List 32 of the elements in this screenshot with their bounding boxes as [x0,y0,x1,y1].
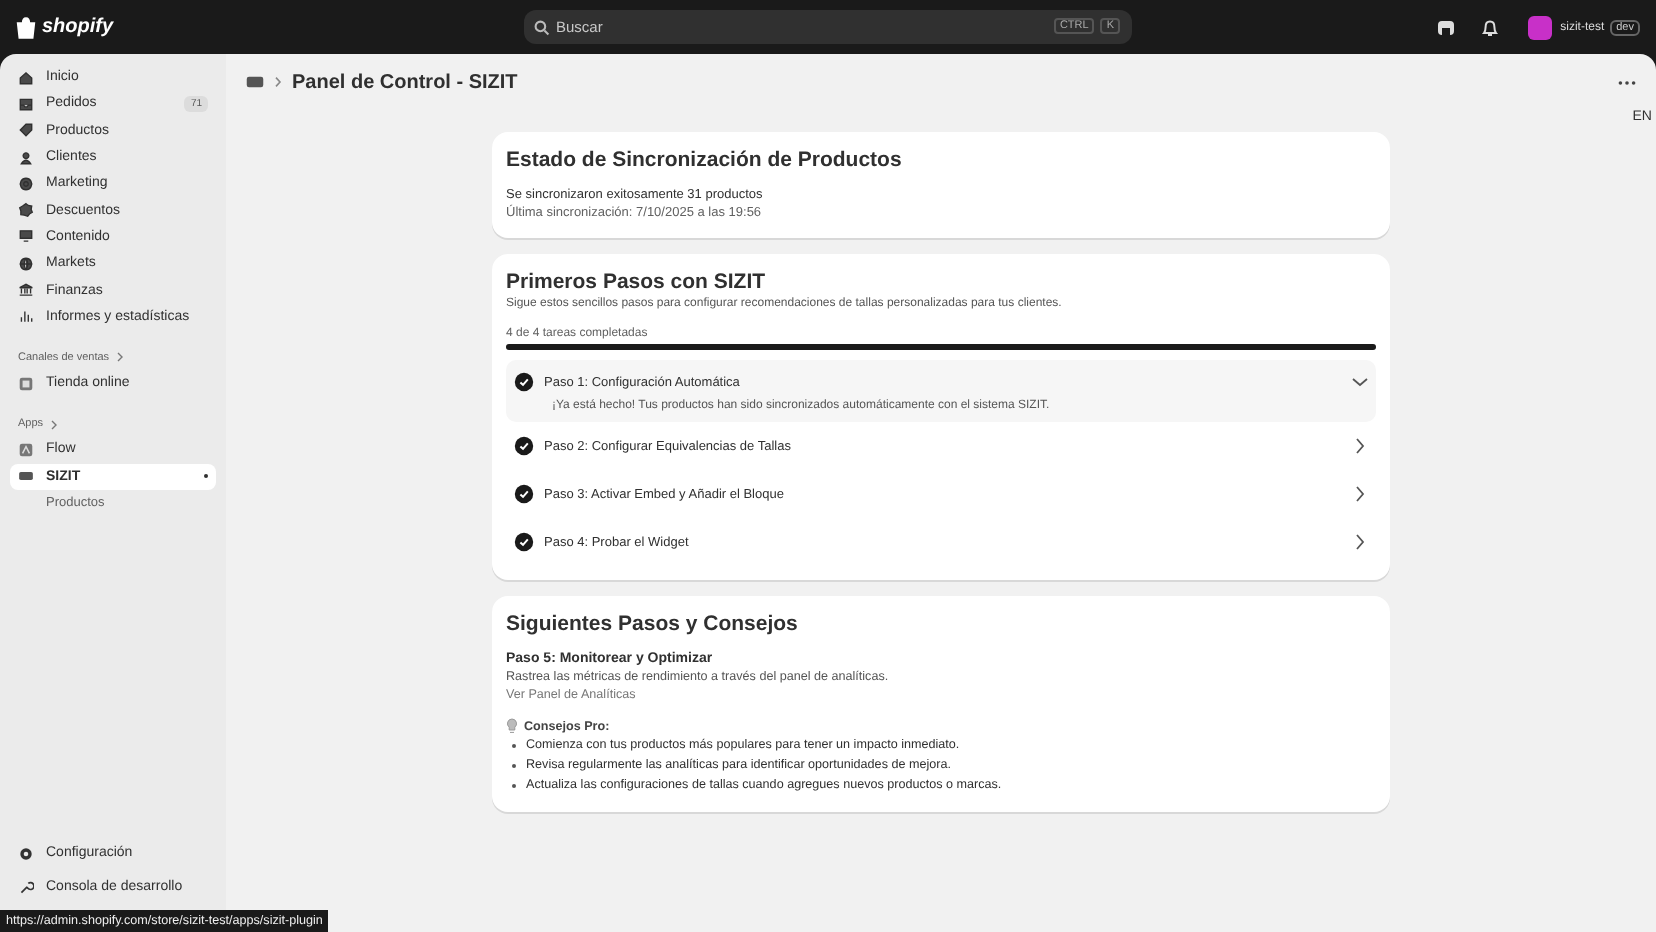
monitor-icon [18,228,34,245]
card-title: Siguientes Pasos y Consejos [506,612,800,636]
chevron-right-icon [1352,438,1368,454]
logo-wordmark: shopify [42,16,114,38]
app-logo-icon [246,76,264,88]
house-icon [18,69,34,86]
wrench-icon [18,879,34,895]
chevron-right-icon [49,419,58,430]
card-title: Estado de Sincronización de Productos [506,148,904,172]
globe-icon [18,255,34,272]
store-icon[interactable] [1436,17,1457,37]
bell-icon[interactable] [1480,17,1501,37]
avatar[interactable] [1528,15,1553,39]
lightbulb-icon [506,718,518,734]
more-icon[interactable] [1618,79,1636,85]
tag-icon [18,122,34,139]
chevron-right-icon [1352,534,1368,550]
chevron-right-icon [274,76,282,88]
inbox-icon [18,95,34,112]
storefront-icon [18,375,34,392]
app-icon [18,441,34,458]
chevron-down-icon [1352,374,1368,390]
bank-icon [18,282,34,299]
person-icon [18,149,34,166]
bar-chart-icon [18,308,34,325]
chevron-right-icon [1352,486,1368,502]
card-title: Primeros Pasos con SIZIT [506,270,768,294]
search-icon [534,19,550,35]
page-title: Panel de Control - SIZIT [292,71,518,93]
chevron-right-icon [115,352,124,363]
shopping-bag-icon [16,15,36,39]
target-icon [18,175,34,192]
